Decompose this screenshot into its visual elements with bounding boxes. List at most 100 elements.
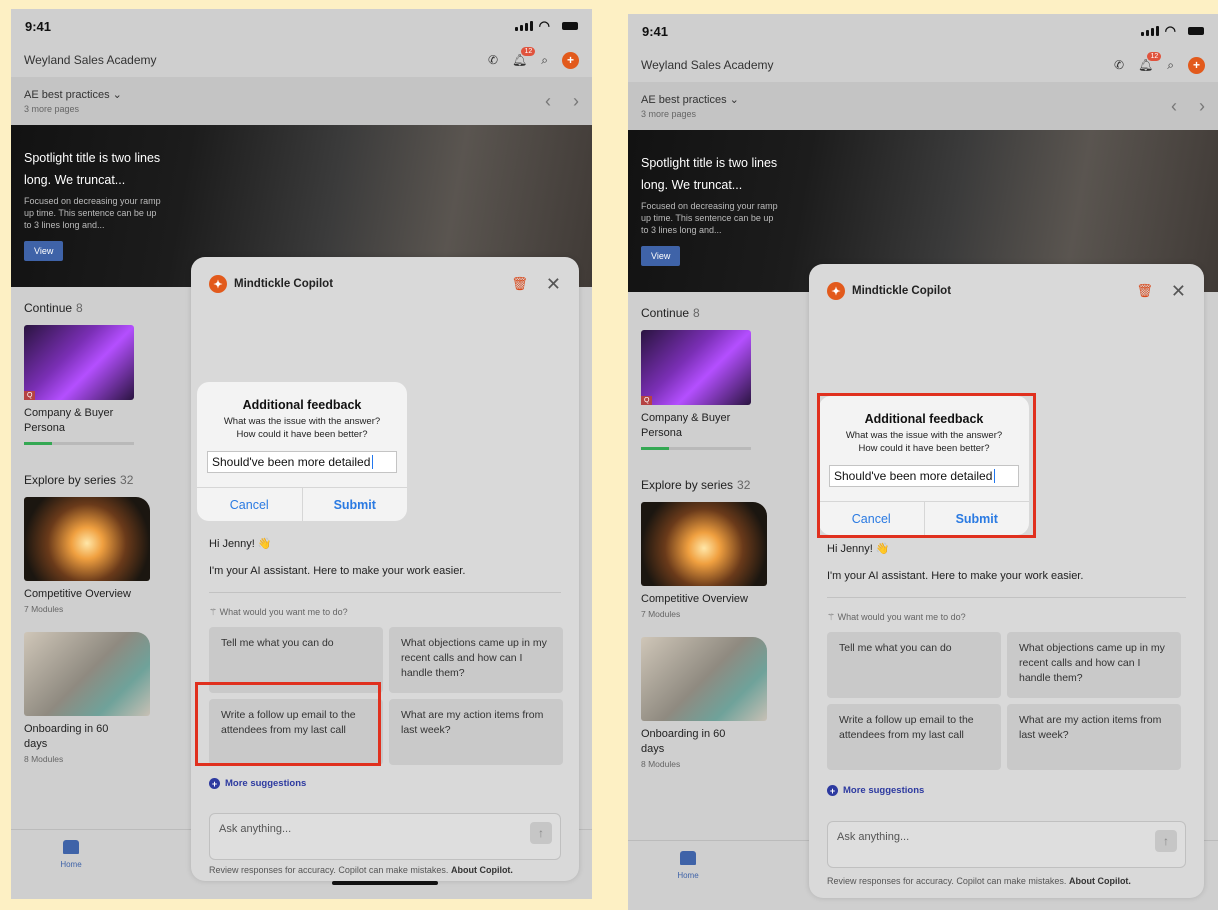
close-icon[interactable]: ✕	[1171, 282, 1186, 300]
home-indicator	[332, 881, 438, 885]
card-thumbnail: Q	[24, 325, 134, 400]
more-suggestions-link[interactable]: + More suggestions	[209, 778, 306, 789]
copilot-logo-icon: ✦	[827, 282, 845, 300]
signal-icon	[514, 21, 533, 31]
spotlight-view-button[interactable]: View	[24, 241, 64, 261]
trash-icon[interactable]: 🗑︎	[511, 276, 528, 292]
greeting: Hi Jenny! 👋	[827, 543, 890, 555]
bell-icon[interactable]: 🔔︎ 12	[512, 47, 536, 67]
explore-title: Explore by series	[24, 473, 117, 487]
continue-card[interactable]: Q Company & Buyer Persona	[641, 330, 751, 450]
page-title: AE best practices	[24, 89, 110, 101]
ask-placeholder: Ask anything...	[219, 823, 292, 835]
page-subtitle: 3 more pages	[641, 109, 697, 119]
intro-text: I'm your AI assistant. Here to make your…	[209, 565, 466, 577]
ask-input[interactable]: Ask anything... ↑	[209, 813, 561, 860]
phone-icon[interactable]: ✆	[1114, 58, 1124, 72]
feedback-input[interactable]: Should've been more detailed	[207, 451, 397, 473]
add-icon[interactable]: +	[562, 51, 579, 69]
suggestion-chip[interactable]: Tell me what you can do	[827, 632, 1001, 698]
cancel-button[interactable]: Cancel	[197, 488, 303, 521]
status-time: 9:41	[25, 18, 52, 34]
prev-page-icon[interactable]: ‹	[545, 91, 551, 112]
suggestion-chip[interactable]: What objections came up in my recent cal…	[389, 627, 563, 693]
page-selector[interactable]: AE best practices ⌄ 3 more pages ‹ ›	[11, 77, 592, 125]
magic-wand-icon: ⚚	[209, 607, 220, 617]
card-subtitle: 8 Modules	[24, 754, 64, 764]
card-title: Company & Buyer Persona	[641, 412, 731, 439]
continue-card[interactable]: Q Company & Buyer Persona	[24, 325, 134, 445]
suggestion-chip[interactable]: What are my action items from last week?	[1007, 704, 1181, 770]
dialog-message: What was the issue with the answer? How c…	[223, 416, 381, 440]
app-title: Weyland Sales Academy	[24, 53, 157, 67]
divider	[827, 597, 1186, 598]
app-bar: Weyland Sales Academy ✆ 🔔︎ 12 ⌕ +	[11, 43, 592, 77]
chevron-down-icon: ⌄	[729, 94, 739, 106]
spotlight-subtitle: Focused on decreasing your ramp up time.…	[641, 201, 778, 235]
prev-page-icon[interactable]: ‹	[1171, 96, 1177, 117]
trash-icon[interactable]: 🗑︎	[1136, 283, 1153, 299]
search-icon[interactable]: ⌕	[1167, 58, 1174, 73]
send-arrow-icon[interactable]: ↑	[1155, 830, 1177, 852]
series-card[interactable]: Competitive Overview 7 Modules	[24, 497, 150, 614]
ask-placeholder: Ask anything...	[837, 831, 910, 843]
progress-bar	[641, 447, 751, 450]
ask-input[interactable]: Ask anything... ↑	[827, 821, 1186, 868]
spotlight-title: Spotlight title is two lines long. We tr…	[641, 156, 778, 192]
battery-icon	[1188, 27, 1204, 35]
close-icon[interactable]: ✕	[546, 275, 561, 293]
submit-button[interactable]: Submit	[303, 488, 408, 521]
series-card[interactable]: Onboarding in 60 days 8 Modules	[24, 632, 150, 764]
card-subtitle: 8 Modules	[641, 759, 681, 769]
copilot-title: Mindtickle Copilot	[234, 278, 334, 290]
tab-home-label: Home	[60, 860, 82, 869]
status-time: 9:41	[642, 23, 669, 39]
series-card[interactable]: Onboarding in 60 days 8 Modules	[641, 637, 767, 769]
suggestion-chip[interactable]: What objections came up in my recent cal…	[1007, 632, 1181, 698]
card-subtitle: 7 Modules	[641, 609, 681, 619]
highlight-box	[195, 682, 381, 766]
send-arrow-icon[interactable]: ↑	[530, 822, 552, 844]
page-selector[interactable]: AE best practices ⌄ 3 more pages ‹ ›	[628, 82, 1218, 130]
intro-text: I'm your AI assistant. Here to make your…	[827, 570, 1084, 582]
continue-title: Continue	[24, 301, 73, 315]
search-icon[interactable]: ⌕	[541, 53, 548, 68]
next-page-icon[interactable]: ›	[1199, 96, 1205, 117]
card-title: Company & Buyer Persona	[24, 407, 114, 434]
wifi-icon: ◠	[538, 18, 550, 33]
about-copilot-link[interactable]: About Copilot.	[451, 865, 513, 875]
magic-wand-icon: ⚚	[827, 612, 838, 622]
card-title: Onboarding in 60 days	[641, 728, 726, 755]
copilot-logo-icon: ✦	[209, 275, 227, 293]
tab-home[interactable]: Home	[11, 830, 131, 899]
suggestion-chip[interactable]: What are my action items from last week?	[389, 699, 563, 765]
continue-count: 8	[76, 301, 83, 315]
prompt-label: ⚚ What would you want me to do?	[209, 607, 348, 617]
prompt-label: ⚚ What would you want me to do?	[827, 612, 966, 622]
home-icon	[680, 851, 696, 865]
suggestion-chip[interactable]: Write a follow up email to the attendees…	[827, 704, 1001, 770]
plus-icon: +	[209, 778, 220, 789]
page-title: AE best practices	[641, 94, 727, 106]
series-card[interactable]: Competitive Overview 7 Modules	[641, 502, 767, 619]
add-icon[interactable]: +	[1188, 56, 1205, 74]
explore-count: 32	[120, 473, 134, 487]
app-title: Weyland Sales Academy	[641, 58, 774, 72]
next-page-icon[interactable]: ›	[573, 91, 579, 112]
card-thumbnail: Q	[641, 330, 751, 405]
card-thumbnail	[24, 632, 150, 716]
bell-icon[interactable]: 🔔︎ 12	[1138, 52, 1162, 72]
phone-icon[interactable]: ✆	[488, 53, 498, 67]
home-icon	[63, 840, 79, 854]
more-suggestions-link[interactable]: + More suggestions	[827, 785, 924, 796]
card-tag: Q	[641, 396, 653, 405]
card-thumbnail	[641, 502, 767, 586]
disclaimer: Review responses for accuracy. Copilot c…	[827, 876, 1131, 886]
tab-home[interactable]: Home	[628, 841, 748, 910]
spotlight-title: Spotlight title is two lines long. We tr…	[24, 151, 161, 187]
disclaimer: Review responses for accuracy. Copilot c…	[209, 865, 513, 875]
divider	[209, 592, 561, 593]
tab-home-label: Home	[677, 871, 699, 880]
spotlight-view-button[interactable]: View	[641, 246, 681, 266]
about-copilot-link[interactable]: About Copilot.	[1069, 876, 1131, 886]
